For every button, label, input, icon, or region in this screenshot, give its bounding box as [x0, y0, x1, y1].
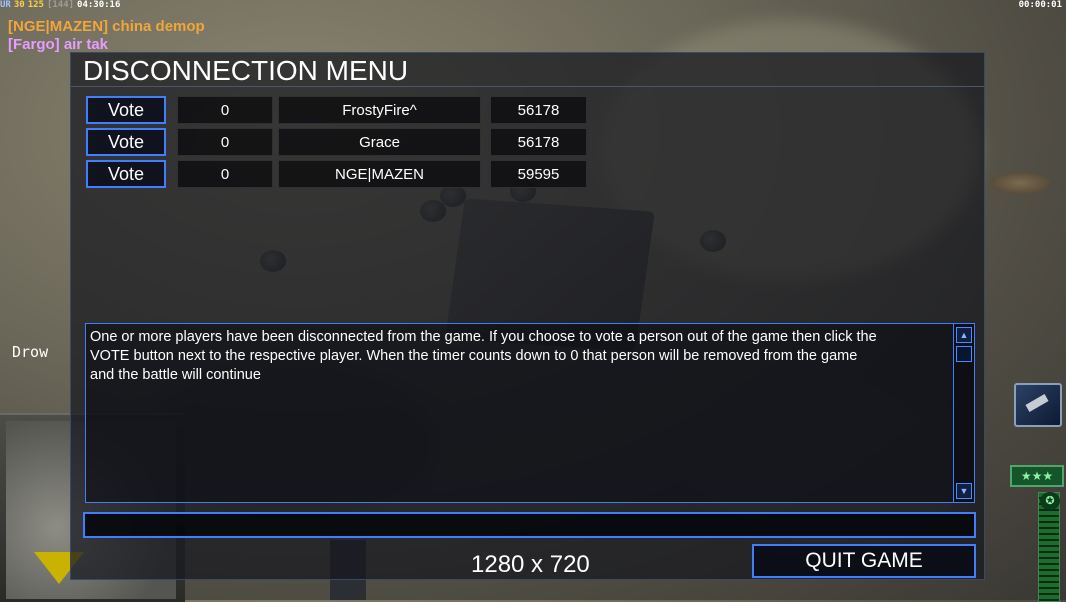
disconnect-message: One or more players have been disconnect… [90, 329, 877, 383]
title-divider [71, 86, 984, 87]
hud-stats: UR 30 125 [144] 04:30:16 [0, 0, 123, 10]
terrain-rock [990, 172, 1050, 194]
satellite-power-icon[interactable] [1014, 383, 1062, 427]
player-vote-count: 0 [177, 128, 273, 156]
quit-game-button[interactable]: QUIT GAME [752, 544, 976, 578]
player-timer: 59595 [490, 160, 587, 188]
vote-button[interactable]: Vote [86, 160, 166, 188]
message-box[interactable]: One or more players have been disconnect… [85, 323, 975, 503]
disconnection-dialog: DISCONNECTION MENU Vote 0 FrostyFire^ 56… [70, 52, 985, 580]
chat-input[interactable] [83, 512, 976, 538]
hud-timer: 00:00:01 [1018, 0, 1062, 10]
rank-stars-badge: ★★★ [1010, 465, 1064, 487]
player-vote-count: 0 [177, 160, 273, 188]
hud-stat-faction: UR [0, 0, 11, 10]
player-name: NGE|MAZEN [278, 160, 481, 188]
player-name: FrostyFire^ [278, 96, 481, 124]
vote-button[interactable]: Vote [86, 128, 166, 156]
resolution-label: 1280 x 720 [471, 551, 590, 578]
hud-stat-units: 30 [13, 0, 25, 10]
player-timer: 56178 [490, 128, 587, 156]
player-name: Grace [278, 128, 481, 156]
player-vote-count: 0 [177, 96, 273, 124]
player-timer: 56178 [490, 96, 587, 124]
vote-button[interactable]: Vote [86, 96, 166, 124]
chat-log: [NGE|MAZEN] china demop [Fargo] air tak [8, 18, 205, 54]
hud-stat-power: 125 [27, 0, 44, 10]
scroll-up-icon[interactable]: ▲ [956, 327, 972, 343]
dialog-title: DISCONNECTION MENU [83, 55, 409, 86]
scroll-thumb[interactable] [956, 346, 972, 362]
scroll-down-icon[interactable]: ▼ [956, 483, 972, 499]
unit-label: Drow [12, 343, 49, 361]
hud-stat-cap: [144] [46, 0, 75, 10]
scrollbar[interactable]: ▲ ▼ [953, 324, 974, 502]
chat-message: [NGE|MAZEN] china demop [8, 18, 205, 35]
star-icon: ✪ [1040, 492, 1060, 510]
hud-game-time: 04:30:16 [77, 0, 121, 10]
